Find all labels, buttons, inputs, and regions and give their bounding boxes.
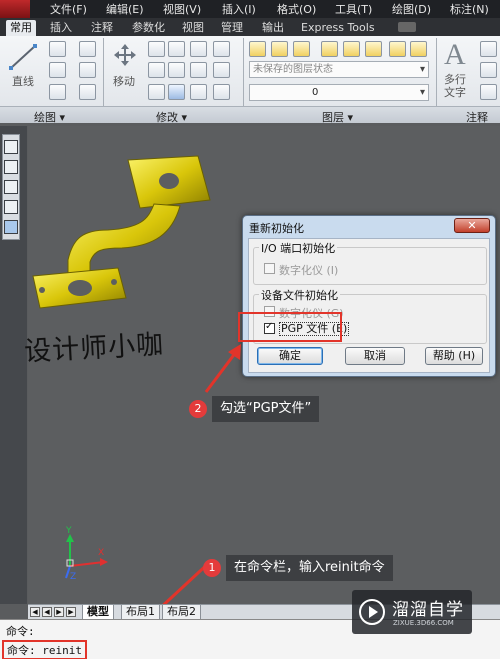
step-1-callout: 在命令栏，输入reinit命令 bbox=[226, 555, 393, 581]
brand-logo-icon bbox=[359, 599, 385, 625]
step-2-badge: 2 bbox=[189, 400, 207, 418]
prev-tab-icon[interactable]: ◀ bbox=[42, 607, 52, 617]
brand-watermark: 溜溜自学 ZIXUE.3D66.COM bbox=[352, 590, 472, 634]
tab-layout2[interactable]: 布局2 bbox=[162, 605, 201, 620]
tab-model[interactable]: 模型 bbox=[82, 605, 114, 620]
step-1-badge: 1 bbox=[203, 559, 221, 577]
command-input[interactable]: 命令: reinit bbox=[2, 640, 87, 659]
last-tab-icon[interactable]: ▶ bbox=[66, 607, 76, 617]
command-history: 命令: bbox=[6, 625, 35, 638]
first-tab-icon[interactable]: ◀ bbox=[30, 607, 40, 617]
step-2-callout: 勾选“PGP文件” bbox=[212, 396, 320, 422]
tab-layout1[interactable]: 布局1 bbox=[121, 605, 160, 620]
next-tab-icon[interactable]: ▶ bbox=[54, 607, 64, 617]
brand-url: ZIXUE.3D66.COM bbox=[393, 619, 454, 627]
brand-name: 溜溜自学 bbox=[392, 600, 464, 620]
